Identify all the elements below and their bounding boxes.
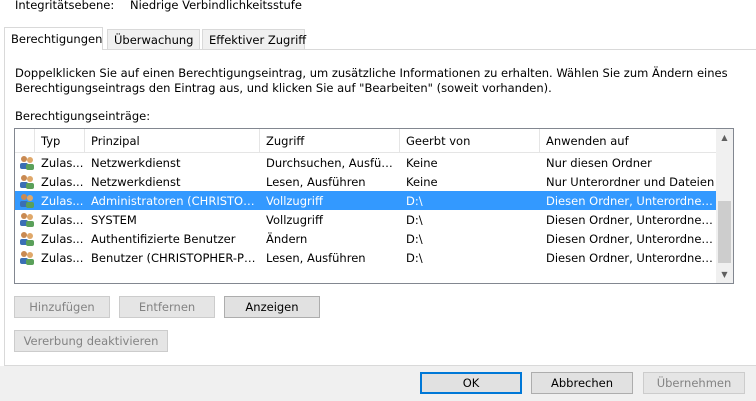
info-text-line2: Berechtigungseintrags den Eintrag aus, u… (15, 81, 552, 95)
user-group-icon (20, 232, 34, 246)
disable-inheritance-button[interactable]: Vererbung deaktivieren (14, 330, 168, 352)
cell-geerbt-von: Keine (406, 175, 438, 189)
user-group-icon (20, 156, 34, 170)
cell-anwenden-auf: Diesen Ordner, Unterordner u... (546, 232, 716, 246)
column-header-prinzipal[interactable]: Prinzipal (85, 129, 260, 153)
column-header-icon[interactable] (15, 129, 35, 153)
table-row-selected[interactable]: Zulas... Administratoren (CHRISTOP... Vo… (15, 191, 718, 210)
ok-button[interactable]: OK (420, 372, 522, 394)
user-group-icon (20, 175, 34, 189)
cell-prinzipal: Authentifizierte Benutzer (91, 232, 236, 246)
column-header-geerbt-von[interactable]: Geerbt von (400, 129, 540, 153)
vertical-scrollbar[interactable]: ▲ ▼ (716, 129, 733, 283)
cell-typ: Zulas... (41, 194, 84, 208)
scroll-down-arrow-icon[interactable]: ▼ (716, 266, 733, 283)
cell-prinzipal: Netzwerkdienst (91, 175, 181, 189)
cell-typ: Zulas... (41, 175, 84, 189)
cell-typ: Zulas... (41, 156, 84, 170)
permission-entries-list[interactable]: Typ Prinzipal Zugriff Geerbt von Anwende… (14, 128, 734, 284)
cell-prinzipal: SYSTEM (91, 213, 137, 227)
cell-anwenden-auf: Nur diesen Ordner (546, 156, 652, 170)
list-label: Berechtigungseinträge: (15, 109, 151, 123)
cell-typ: Zulas... (41, 213, 84, 227)
cancel-button[interactable]: Abbrechen (531, 372, 633, 394)
table-row[interactable]: Zulas... SYSTEM Vollzugriff D:\ Diesen O… (15, 210, 718, 229)
cell-prinzipal: Benutzer (CHRISTOPHER-PC... (91, 251, 259, 265)
integrity-value: Niedrige Verbindlichkeitsstufe (130, 0, 302, 12)
integrity-label: Integritätsebene: (15, 0, 115, 12)
view-button[interactable]: Anzeigen (224, 296, 320, 318)
cell-zugriff: Lesen, Ausführen (266, 251, 366, 265)
dialog-button-bar: OK Abbrechen Übernehmen (0, 366, 756, 401)
cell-geerbt-von: Keine (406, 156, 438, 170)
cell-typ: Zulas... (41, 232, 84, 246)
tab-berechtigungen[interactable]: Berechtigungen (4, 27, 103, 50)
cell-typ: Zulas... (41, 251, 84, 265)
cell-anwenden-auf: Diesen Ordner, Unterordner u... (546, 213, 716, 227)
cell-geerbt-von: D:\ (406, 232, 423, 246)
user-group-icon (20, 213, 34, 227)
cell-geerbt-von: D:\ (406, 251, 423, 265)
cell-geerbt-von: D:\ (406, 194, 423, 208)
cell-zugriff: Vollzugriff (266, 213, 323, 227)
tab-effektiver-zugriff[interactable]: Effektiver Zugriff (202, 29, 306, 49)
info-text-line1: Doppelklicken Sie auf einen Berechtigung… (15, 66, 728, 80)
cell-zugriff: Vollzugriff (266, 194, 323, 208)
tab-ueberwachung[interactable]: Überwachung (107, 29, 200, 49)
cell-geerbt-von: D:\ (406, 213, 423, 227)
user-group-icon (20, 251, 34, 265)
cell-zugriff: Ändern (266, 232, 308, 246)
column-header-typ[interactable]: Typ (35, 129, 85, 153)
cell-prinzipal: Administratoren (CHRISTOP... (91, 194, 259, 208)
cell-anwenden-auf: Diesen Ordner, Unterordner u... (546, 251, 716, 265)
cell-zugriff: Durchsuchen, Ausführ... (266, 156, 400, 170)
table-row[interactable]: Zulas... Netzwerkdienst Durchsuchen, Aus… (15, 153, 718, 172)
list-header: Typ Prinzipal Zugriff Geerbt von Anwende… (15, 129, 718, 153)
remove-button[interactable]: Entfernen (119, 296, 215, 318)
scroll-up-arrow-icon[interactable]: ▲ (716, 129, 733, 146)
cell-prinzipal: Netzwerkdienst (91, 156, 181, 170)
cell-anwenden-auf: Nur Unterordner und Dateien (546, 175, 715, 189)
add-button[interactable]: Hinzufügen (14, 296, 110, 318)
column-header-zugriff[interactable]: Zugriff (260, 129, 400, 153)
table-row[interactable]: Zulas... Benutzer (CHRISTOPHER-PC... Les… (15, 248, 718, 267)
cell-anwenden-auf: Diesen Ordner, Unterordner u... (546, 194, 716, 208)
cell-zugriff: Lesen, Ausführen (266, 175, 366, 189)
apply-button[interactable]: Übernehmen (643, 372, 745, 394)
table-row[interactable]: Zulas... Authentifizierte Benutzer Änder… (15, 229, 718, 248)
scrollbar-thumb[interactable] (718, 201, 731, 263)
user-group-icon (20, 194, 34, 208)
column-header-anwenden-auf[interactable]: Anwenden auf (540, 129, 718, 153)
table-row[interactable]: Zulas... Netzwerkdienst Lesen, Ausführen… (15, 172, 718, 191)
